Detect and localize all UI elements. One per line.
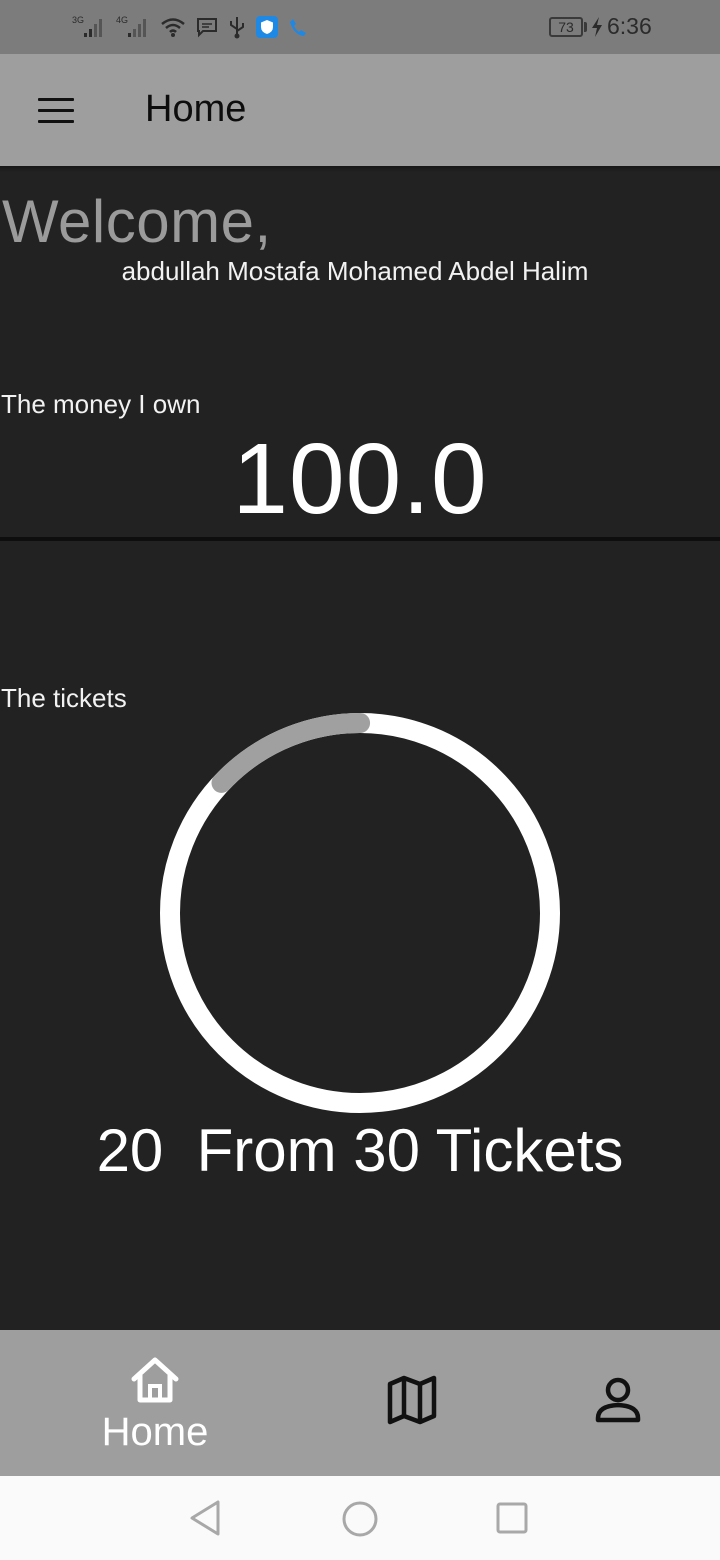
signal-3g-icon: 3G [72, 14, 106, 40]
wifi-icon [160, 15, 186, 39]
user-name: abdullah Mostafa Mohamed Abdel Halim [121, 256, 589, 286]
status-icons: 3G 4G [72, 14, 308, 40]
nav-home-label: Home [101, 1410, 209, 1454]
battery-level: 73 [558, 19, 574, 35]
nav-item-profile[interactable] [592, 1374, 644, 1426]
page-title: Home [145, 88, 247, 130]
welcome-heading: Welcome, [2, 188, 272, 255]
signal-4g-icon: 4G [116, 14, 150, 40]
section-divider [0, 537, 720, 541]
phone-call-icon [288, 16, 308, 38]
shield-app-icon [256, 16, 278, 38]
back-triangle-icon[interactable] [188, 1499, 222, 1542]
money-label: The money I own [1, 389, 201, 419]
app-bar [0, 54, 720, 166]
nav-item-map[interactable] [386, 1374, 438, 1426]
home-circle-icon[interactable] [341, 1500, 379, 1543]
svg-text:4G: 4G [116, 15, 128, 25]
tickets-progress-ring [160, 713, 560, 1118]
status-time: 6:36 [607, 13, 652, 39]
tickets-label: The tickets [1, 683, 127, 713]
svg-text:3G: 3G [72, 15, 84, 25]
hamburger-menu-icon[interactable] [38, 98, 74, 124]
charging-bolt-icon [590, 16, 604, 43]
battery-tip [584, 22, 587, 32]
recents-square-icon[interactable] [495, 1501, 529, 1540]
home-icon [129, 1355, 181, 1410]
money-value: 100.0 [232, 423, 488, 535]
tickets-count-text: 20 From 30 Tickets [96, 1117, 624, 1184]
battery-icon: 73 [549, 17, 583, 37]
app-bar-shadow [0, 166, 720, 172]
nav-item-home[interactable]: Home [80, 1352, 230, 1462]
message-icon [196, 16, 218, 38]
person-icon [595, 1377, 641, 1423]
usb-icon [228, 15, 246, 39]
map-icon [387, 1375, 437, 1425]
